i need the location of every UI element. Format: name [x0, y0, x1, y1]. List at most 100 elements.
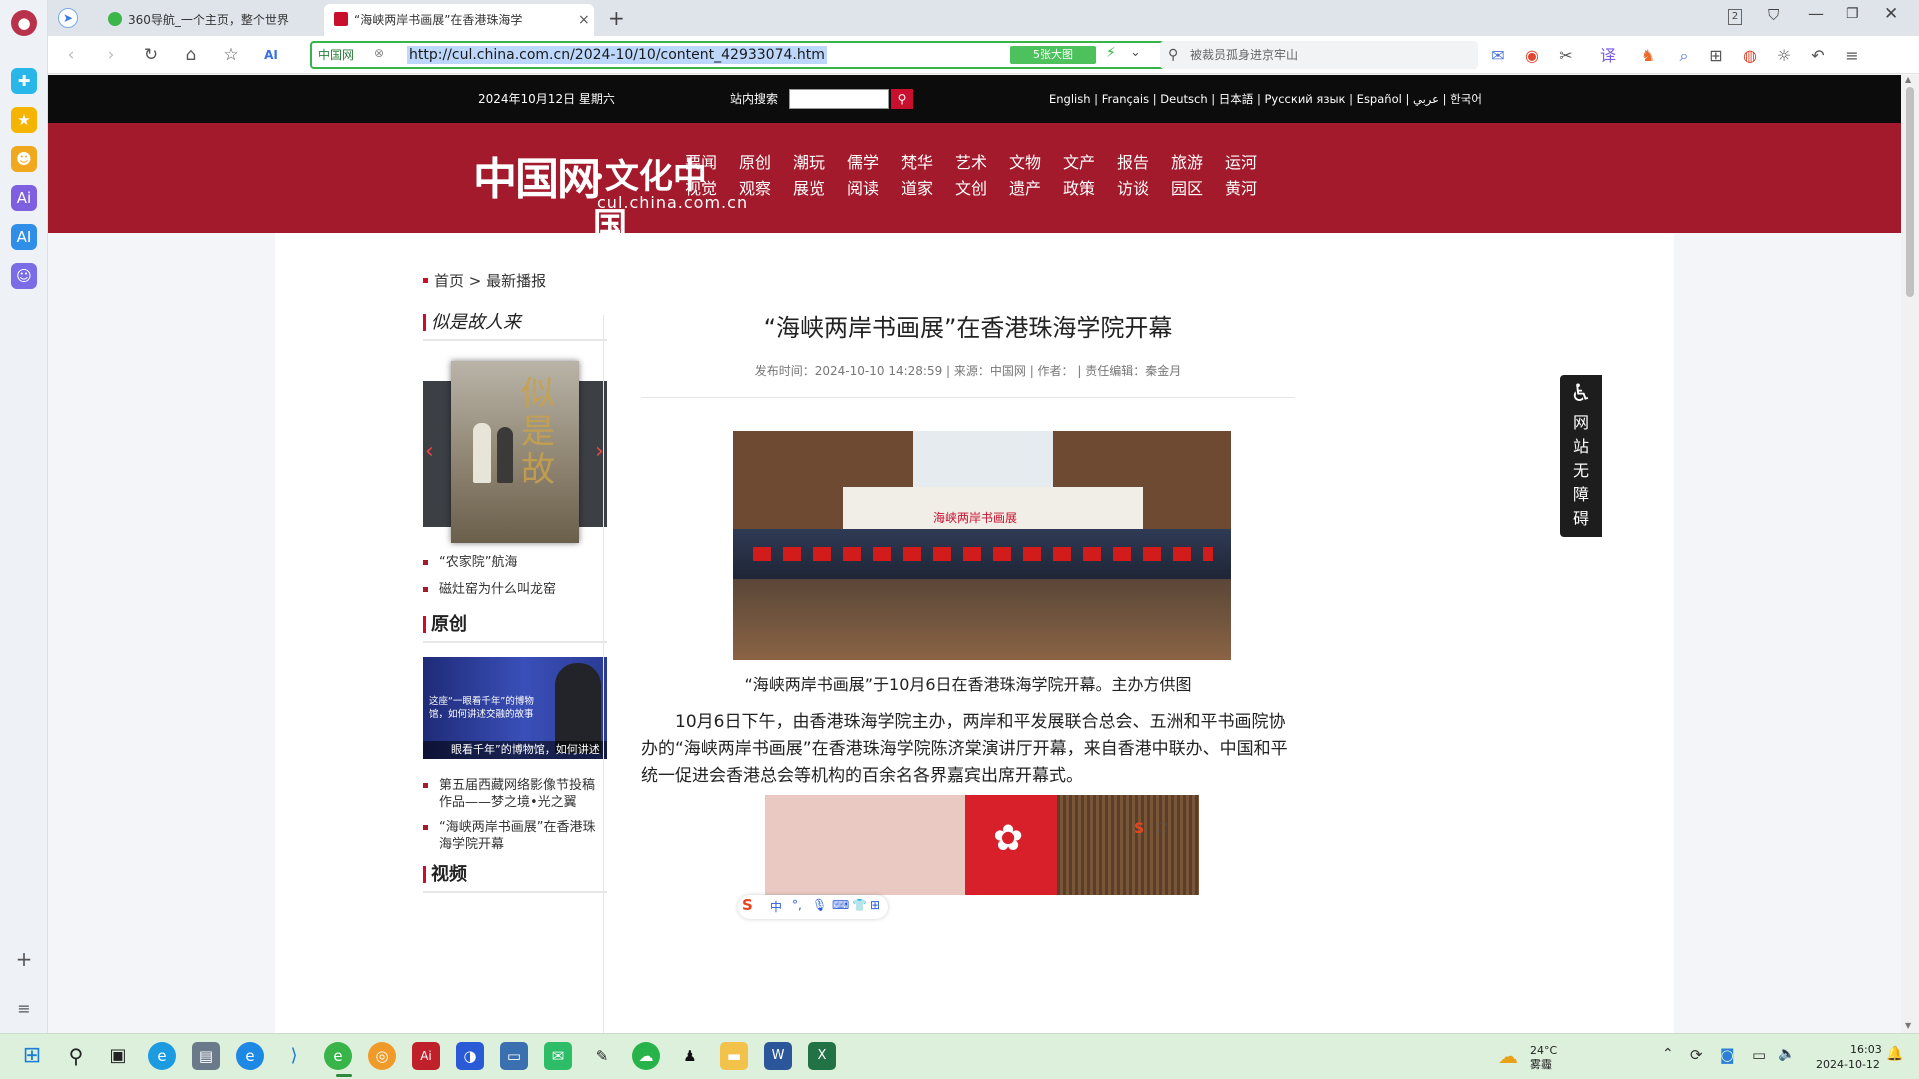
- breadcrumb-current[interactable]: 最新播报: [486, 272, 546, 290]
- site-search-input[interactable]: [789, 89, 889, 109]
- article-photo-flag[interactable]: ✿: [765, 795, 1199, 895]
- accessibility-widget[interactable]: ♿ 网站无障碍: [1560, 375, 1602, 537]
- minimize-icon[interactable]: —: [1808, 4, 1824, 23]
- home-icon[interactable]: ⌂: [180, 44, 202, 66]
- weibo-icon[interactable]: ◉: [1522, 46, 1542, 66]
- back-icon[interactable]: ‹: [60, 44, 82, 66]
- word-icon[interactable]: W: [764, 1042, 792, 1070]
- adobe-illustrator-icon[interactable]: Ai: [412, 1042, 440, 1070]
- bookmark-star-icon[interactable]: ☆: [220, 44, 242, 66]
- qq-penguin-icon[interactable]: ♟: [676, 1042, 704, 1070]
- nav-item[interactable]: 原创: [739, 153, 771, 173]
- undo-icon[interactable]: ↶: [1808, 46, 1828, 66]
- ime-mic-icon[interactable]: 🎙: [812, 898, 827, 912]
- doc-app-icon[interactable]: ▭: [500, 1042, 528, 1070]
- robot-icon[interactable]: ☺: [11, 263, 37, 289]
- ai-toolbar-icon[interactable]: AI: [260, 44, 282, 66]
- section-title-original[interactable]: 原创: [423, 613, 607, 643]
- restore-icon[interactable]: ❐: [1846, 6, 1859, 22]
- colorful-circle-icon[interactable]: ◍: [1740, 46, 1760, 66]
- game-icon[interactable]: ♞: [1638, 46, 1658, 66]
- add-app-icon[interactable]: +: [11, 946, 37, 972]
- scroll-up-icon[interactable]: ▲: [1905, 75, 1911, 84]
- taskbar-search-icon[interactable]: ⚲: [62, 1042, 90, 1070]
- user-avatar[interactable]: ●: [11, 10, 37, 36]
- carousel-prev[interactable]: ‹: [425, 441, 434, 463]
- nav-item[interactable]: 报告: [1117, 153, 1149, 173]
- url-dropdown-icon[interactable]: ⌄: [1130, 45, 1141, 60]
- forward-icon[interactable]: ›: [100, 44, 122, 66]
- carousel[interactable]: 似是故 ‹ ›: [423, 361, 607, 543]
- nav-item[interactable]: 旅游: [1171, 153, 1203, 173]
- 360-browser-icon[interactable]: e: [324, 1042, 352, 1070]
- window-app-icon[interactable]: ▤: [192, 1042, 220, 1070]
- tray-app-icon[interactable]: ◙: [1720, 1046, 1735, 1064]
- nav-item[interactable]: 访谈: [1117, 179, 1149, 199]
- ime-apps-icon[interactable]: ⊞: [870, 898, 880, 912]
- list-item[interactable]: 磁灶窑为什么叫龙窑: [423, 581, 607, 598]
- language-links[interactable]: English | Français | Deutsch | 日本語 | Рус…: [1049, 91, 1482, 107]
- green-chat-icon[interactable]: ✉: [544, 1042, 572, 1070]
- task-view-icon[interactable]: ▣: [104, 1042, 132, 1070]
- new-tab-button[interactable]: +: [608, 6, 625, 30]
- excel-icon[interactable]: X: [808, 1042, 836, 1070]
- scissors-icon[interactable]: ✂: [1556, 46, 1576, 66]
- scroll-down-icon[interactable]: ▼: [1905, 1021, 1911, 1030]
- nav-item[interactable]: 政策: [1063, 179, 1095, 199]
- reload-icon[interactable]: ↻: [140, 44, 162, 66]
- section-title-guren[interactable]: 似是故人来: [423, 311, 607, 341]
- ime-toolbar[interactable]: S 中 °, 🎙 ⌨ 👕 ⊞: [738, 895, 888, 919]
- nav-item[interactable]: 梵华: [901, 153, 933, 173]
- lightning-icon[interactable]: ⚡: [1106, 45, 1116, 61]
- navigate-arrow-icon[interactable]: ➤: [58, 8, 78, 28]
- sogou-ime-icon[interactable]: S: [742, 896, 753, 914]
- nav-item[interactable]: 文物: [1009, 153, 1041, 173]
- ai-assistant-icon[interactable]: Ai: [11, 185, 37, 211]
- carousel-slide[interactable]: 似是故: [451, 361, 579, 543]
- nav-item[interactable]: 视觉: [685, 179, 717, 199]
- brightness-icon[interactable]: ☼: [1774, 46, 1794, 66]
- sidebar-menu-icon[interactable]: ≡: [11, 996, 37, 1022]
- section-title-video[interactable]: 视频: [423, 863, 607, 893]
- nav-item[interactable]: 儒学: [847, 153, 879, 173]
- ime-chinese-mode[interactable]: 中: [770, 898, 782, 915]
- nav-item[interactable]: 黄河: [1225, 179, 1257, 199]
- ime-punct-icon[interactable]: °,: [792, 898, 802, 912]
- article-photo-ceremony[interactable]: 海峡两岸书画展: [733, 431, 1231, 660]
- chrome-like-icon[interactable]: ◎: [368, 1042, 396, 1070]
- nav-item[interactable]: 艺术: [955, 153, 987, 173]
- nav-item[interactable]: 遗产: [1009, 179, 1041, 199]
- tray-chevron-icon[interactable]: ⌃: [1662, 1046, 1674, 1062]
- nav-item[interactable]: 要闻: [685, 153, 717, 173]
- tab-360-home[interactable]: 360导航_一个主页，整个世界: [98, 4, 318, 36]
- ime-expand-icon[interactable]: ⛶: [1158, 821, 1166, 836]
- clock-time[interactable]: 16:03: [1850, 1043, 1882, 1056]
- big-image-button[interactable]: 5张大图: [1010, 46, 1096, 64]
- mail-icon[interactable]: ✉: [1488, 46, 1508, 66]
- list-item[interactable]: “海峡两岸书画展”在香港珠海学院开幕: [423, 819, 607, 853]
- ai-tool-icon[interactable]: AI: [11, 224, 37, 250]
- original-banner[interactable]: 这座“一眼看千年”的博物馆，如何讲述交融的故事 眼看千年”的博物馆，如何讲述: [423, 657, 607, 759]
- network-icon[interactable]: ▭: [1752, 1046, 1766, 1064]
- apps-grid-icon[interactable]: ⊞: [1706, 46, 1726, 66]
- nav-item[interactable]: 展览: [793, 179, 825, 199]
- edge-icon[interactable]: e: [148, 1042, 176, 1070]
- shirt-skin-icon[interactable]: ⛉: [1768, 6, 1779, 24]
- nav-item[interactable]: 观察: [739, 179, 771, 199]
- ime-mini-icon[interactable]: S: [1134, 821, 1144, 837]
- sidebar-plus-app-icon[interactable]: ✚: [11, 68, 37, 94]
- list-item[interactable]: 第五届西藏网络影像节投稿作品——梦之境•光之翼: [423, 777, 607, 811]
- file-explorer-icon[interactable]: ▬: [720, 1042, 748, 1070]
- list-item[interactable]: “农家院”航海: [423, 554, 607, 571]
- url-clear-icon[interactable]: ⊗: [374, 46, 384, 60]
- breadcrumb-home[interactable]: 首页: [434, 272, 464, 290]
- tray-sync-icon[interactable]: ⟳: [1690, 1046, 1703, 1064]
- nav-item[interactable]: 园区: [1171, 179, 1203, 199]
- translate-icon[interactable]: 译: [1598, 46, 1618, 66]
- weather-icon[interactable]: ☁: [1498, 1044, 1518, 1068]
- nav-item[interactable]: 文产: [1063, 153, 1095, 173]
- url-text[interactable]: http://cul.china.com.cn/2024-10/10/conte…: [407, 46, 827, 64]
- vscode-icon[interactable]: ⟩: [280, 1042, 308, 1070]
- volume-icon[interactable]: 🔈: [1778, 1046, 1795, 1062]
- nav-item[interactable]: 潮玩: [793, 153, 825, 173]
